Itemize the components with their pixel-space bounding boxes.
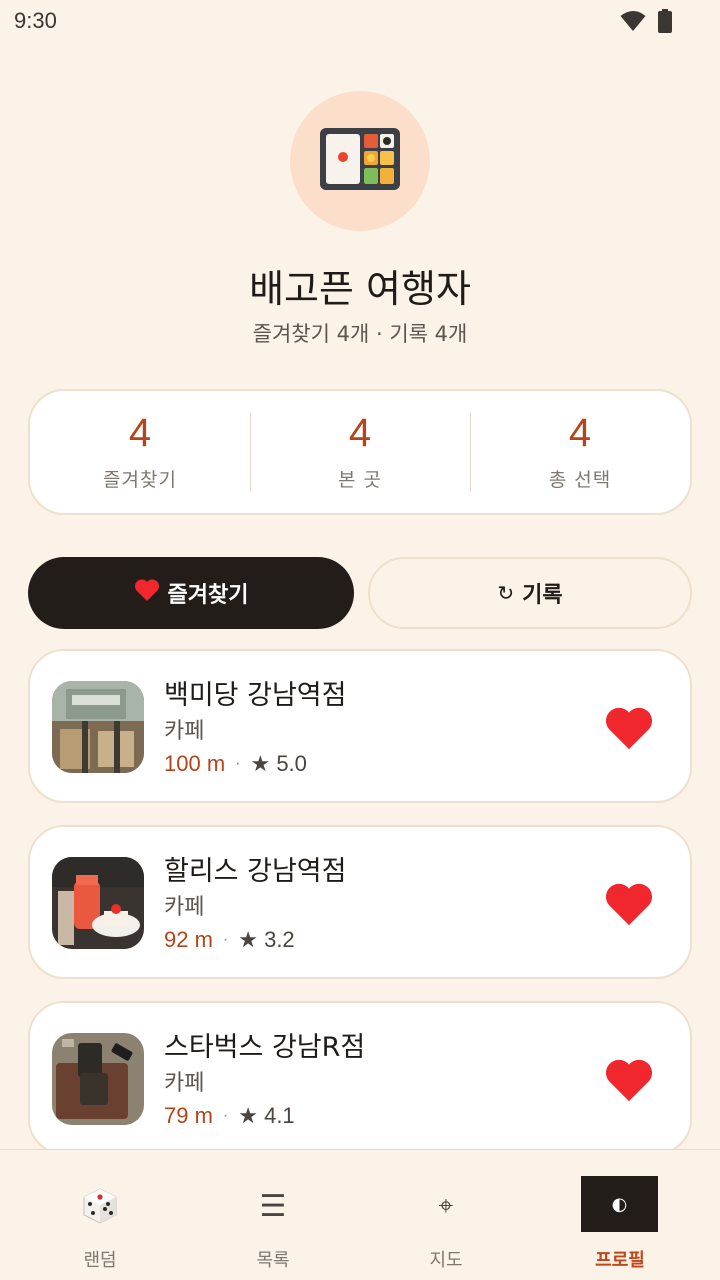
stat-label: 총 선택 <box>548 468 612 491</box>
place-distance: 92 m <box>164 927 213 952</box>
heart-icon <box>134 578 160 608</box>
place-card[interactable]: 할리스 강남역점 카페 92 m · ★ 3.2 <box>28 825 692 979</box>
tab-favorites[interactable]: 즐겨찾기 <box>28 557 354 629</box>
status-time: 9:30 <box>14 8 57 33</box>
wifi-icon <box>620 10 646 36</box>
favorite-toggle[interactable] <box>604 881 654 927</box>
heart-icon <box>605 707 653 750</box>
favorite-toggle[interactable] <box>604 1057 654 1103</box>
stat-label: 즐겨찾기 <box>103 468 177 491</box>
nav-icon-spacer <box>590 1186 650 1226</box>
stat-label: 본 곳 <box>338 468 382 491</box>
dice-icon <box>70 1186 130 1226</box>
meta-separator: · <box>222 931 229 948</box>
place-rating: ★ 3.2 <box>238 927 295 952</box>
place-meta: 79 m · ★ 4.1 <box>164 1103 295 1129</box>
profile-summary: 즐겨찾기 4개 · 기록 4개 <box>252 322 468 346</box>
place-thumbnail <box>52 681 144 773</box>
bottom-nav: 랜덤 ☰ 목록 ⌖ 지도 ◐ 프로필 <box>0 1149 720 1280</box>
nav-label: 지도 <box>429 1250 463 1271</box>
meta-separator: · <box>222 1107 229 1124</box>
nav-item-profile[interactable]: 프로필 <box>530 1150 710 1280</box>
tab-label: 기록 <box>522 583 563 608</box>
place-meta: 92 m · ★ 3.2 <box>164 927 295 953</box>
place-card[interactable]: 백미당 강남역점 카페 100 m · ★ 5.0 <box>28 649 692 803</box>
battery-icon <box>658 9 672 37</box>
refresh-icon: ↻ <box>497 581 515 605</box>
place-name: 할리스 강남역점 <box>164 856 347 887</box>
stat-visited: 4 본 곳 <box>250 391 470 513</box>
favorite-toggle[interactable] <box>604 705 654 751</box>
place-thumbnail <box>52 1033 144 1125</box>
nav-label: 목록 <box>256 1250 290 1271</box>
nav-item-random[interactable]: 랜덤 <box>10 1150 190 1280</box>
place-name: 백미당 강남역점 <box>164 680 347 711</box>
status-icons <box>620 9 672 37</box>
heart-icon <box>605 1059 653 1102</box>
stat-total-picks: 4 총 선택 <box>470 391 690 513</box>
stat-value: 4 <box>568 410 592 455</box>
profile-name: 배고픈 여행자 <box>249 267 471 311</box>
nav-label: 프로필 <box>595 1250 645 1271</box>
place-rating: ★ 4.1 <box>238 1103 295 1128</box>
nav-item-map[interactable]: ⌖ 지도 <box>356 1150 536 1280</box>
place-meta: 100 m · ★ 5.0 <box>164 751 307 777</box>
bento-box-icon <box>318 124 402 198</box>
place-category: 카페 <box>164 719 205 744</box>
stat-favorites: 4 즐겨찾기 <box>30 391 250 513</box>
stats-card: 4 즐겨찾기 4 본 곳 4 총 선택 <box>28 389 692 515</box>
place-distance: 100 m <box>164 751 226 776</box>
place-rating: ★ 5.0 <box>250 751 307 776</box>
crosshair-icon: ⌖ <box>438 1190 454 1221</box>
place-distance: 79 m <box>164 1103 213 1128</box>
avatar <box>290 91 430 231</box>
tab-history[interactable]: ↻ 기록 <box>368 557 692 629</box>
tab-label: 즐겨찾기 <box>167 583 249 608</box>
stat-value: 4 <box>128 410 152 455</box>
list-icon: ☰ <box>259 1188 287 1224</box>
place-card[interactable]: 스타벅스 강남R점 카페 79 m · ★ 4.1 <box>28 1001 692 1155</box>
place-name: 스타벅스 강남R점 <box>164 1032 366 1063</box>
meta-separator: · <box>235 755 241 772</box>
place-category: 카페 <box>164 895 205 920</box>
stat-value: 4 <box>348 410 372 455</box>
heart-icon <box>605 883 653 926</box>
place-category: 카페 <box>164 1071 205 1096</box>
status-bar: 9:30 <box>0 0 720 44</box>
nav-label: 랜덤 <box>83 1250 117 1271</box>
nav-item-list[interactable]: ☰ 목록 <box>183 1150 363 1280</box>
place-thumbnail <box>52 857 144 949</box>
